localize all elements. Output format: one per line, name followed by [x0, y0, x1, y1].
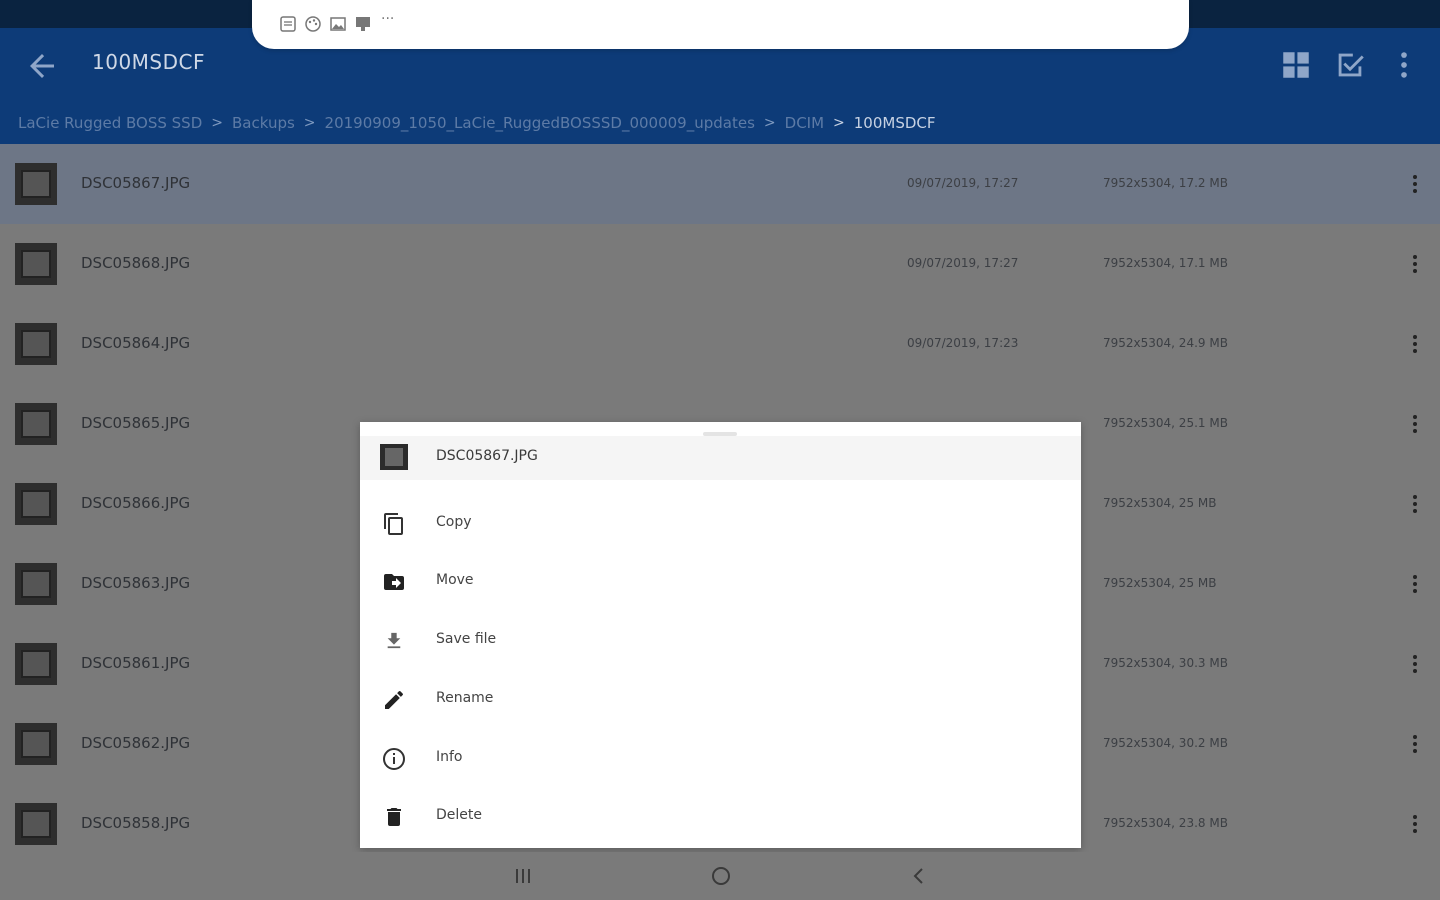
image-icon[interactable] — [329, 15, 347, 33]
file-size: 7952x5304, 24.9 MB — [1103, 336, 1228, 350]
file-row[interactable]: DSC05864.JPG 09/07/2019, 17:23 7952x5304… — [0, 304, 1440, 384]
file-thumbnail — [15, 803, 57, 845]
file-name: DSC05861.JPG — [81, 654, 191, 672]
chevron-right-icon: > — [303, 115, 316, 131]
ellipsis-icon[interactable]: ··· — [381, 11, 399, 29]
breadcrumb-item[interactable]: 20190909_1050_LaCie_RuggedBOSSSD_000009_… — [325, 114, 755, 132]
menu-item-delete[interactable]: Delete — [360, 793, 1081, 841]
sheet-file-name: DSC05867.JPG — [436, 448, 538, 464]
page-title: 100MSDCF — [92, 50, 205, 74]
more-vert-icon[interactable] — [1405, 412, 1425, 436]
file-thumbnail — [15, 403, 57, 445]
recent-apps-icon[interactable] — [511, 864, 535, 888]
file-thumbnail — [380, 444, 408, 470]
file-thumbnail — [15, 163, 57, 205]
pencil-icon — [385, 690, 403, 709]
file-size: 7952x5304, 30.2 MB — [1103, 736, 1228, 750]
file-date: 09/07/2019, 17:27 — [907, 176, 1019, 190]
file-size: 7952x5304, 30.3 MB — [1103, 656, 1228, 670]
more-vert-icon[interactable] — [1405, 652, 1425, 676]
menu-item-rename[interactable]: Rename — [360, 676, 1081, 724]
info-icon — [383, 748, 405, 770]
menu-item-copy[interactable]: Copy — [360, 500, 1081, 548]
file-name: DSC05866.JPG — [81, 494, 191, 512]
file-date: 09/07/2019, 17:27 — [907, 256, 1019, 270]
palette-icon[interactable] — [304, 15, 322, 33]
menu-item-label: Info — [436, 749, 463, 765]
more-vert-icon[interactable] — [1405, 492, 1425, 516]
file-thumbnail — [15, 723, 57, 765]
menu-item-label: Delete — [436, 807, 482, 823]
file-size: 7952x5304, 25.1 MB — [1103, 416, 1228, 430]
file-name: DSC05868.JPG — [81, 254, 191, 272]
chevron-right-icon: > — [763, 115, 776, 131]
menu-item-label: Save file — [436, 631, 497, 647]
grid-view-icon[interactable] — [1279, 48, 1313, 82]
floating-toolbar: ··· — [252, 0, 1189, 49]
file-name: DSC05858.JPG — [81, 814, 191, 832]
file-thumbnail — [15, 323, 57, 365]
chevron-right-icon: > — [211, 115, 223, 131]
back-arrow-icon[interactable] — [24, 48, 60, 84]
download-icon — [387, 632, 401, 649]
file-thumbnail — [15, 243, 57, 285]
file-date: 09/07/2019, 17:23 — [907, 336, 1019, 350]
more-vert-icon[interactable] — [1405, 252, 1425, 276]
file-size: 7952x5304, 25 MB — [1103, 496, 1217, 510]
more-vert-icon[interactable] — [1405, 572, 1425, 596]
menu-item-move[interactable]: Move — [360, 558, 1081, 606]
breadcrumb: LaCie Rugged BOSS SSD > Backups > 201909… — [18, 112, 936, 134]
display-icon[interactable] — [354, 15, 372, 33]
more-vert-icon[interactable] — [1405, 172, 1425, 196]
file-name: DSC05862.JPG — [81, 734, 191, 752]
file-row[interactable]: DSC05868.JPG 09/07/2019, 17:27 7952x5304… — [0, 224, 1440, 304]
file-row[interactable]: DSC05867.JPG 09/07/2019, 17:27 7952x5304… — [0, 144, 1440, 224]
breadcrumb-current: 100MSDCF — [853, 114, 936, 132]
document-icon[interactable] — [279, 15, 297, 33]
file-size: 7952x5304, 17.2 MB — [1103, 176, 1228, 190]
chevron-right-icon: > — [833, 115, 845, 131]
file-size: 7952x5304, 17.1 MB — [1103, 256, 1228, 270]
move-folder-icon — [384, 574, 404, 590]
trash-icon — [387, 808, 401, 826]
file-thumbnail — [15, 563, 57, 605]
more-vert-icon[interactable] — [1387, 48, 1421, 82]
breadcrumb-item[interactable]: DCIM — [785, 114, 824, 132]
select-check-icon[interactable] — [1333, 48, 1367, 82]
file-thumbnail — [15, 483, 57, 525]
action-bottom-sheet: DSC05867.JPG Copy Move Save file Rename … — [360, 422, 1081, 848]
file-thumbnail — [15, 643, 57, 685]
file-size: 7952x5304, 25 MB — [1103, 576, 1217, 590]
copy-icon — [384, 513, 403, 535]
breadcrumb-item[interactable]: LaCie Rugged BOSS SSD — [18, 114, 202, 132]
more-vert-icon[interactable] — [1405, 732, 1425, 756]
file-size: 7952x5304, 23.8 MB — [1103, 816, 1228, 830]
menu-item-save-file[interactable]: Save file — [360, 617, 1081, 665]
menu-item-label: Move — [436, 572, 474, 588]
file-name: DSC05867.JPG — [81, 174, 191, 192]
back-nav-icon[interactable] — [907, 864, 931, 888]
more-vert-icon[interactable] — [1405, 332, 1425, 356]
sheet-header: DSC05867.JPG — [360, 436, 1081, 480]
menu-item-info[interactable]: Info — [360, 735, 1081, 783]
system-nav-bar — [0, 852, 1440, 900]
menu-item-label: Rename — [436, 690, 494, 706]
file-name: DSC05863.JPG — [81, 574, 191, 592]
home-icon[interactable] — [709, 864, 733, 888]
file-name: DSC05864.JPG — [81, 334, 191, 352]
breadcrumb-item[interactable]: Backups — [232, 114, 295, 132]
more-vert-icon[interactable] — [1405, 812, 1425, 836]
file-name: DSC05865.JPG — [81, 414, 191, 432]
menu-item-label: Copy — [436, 514, 472, 530]
